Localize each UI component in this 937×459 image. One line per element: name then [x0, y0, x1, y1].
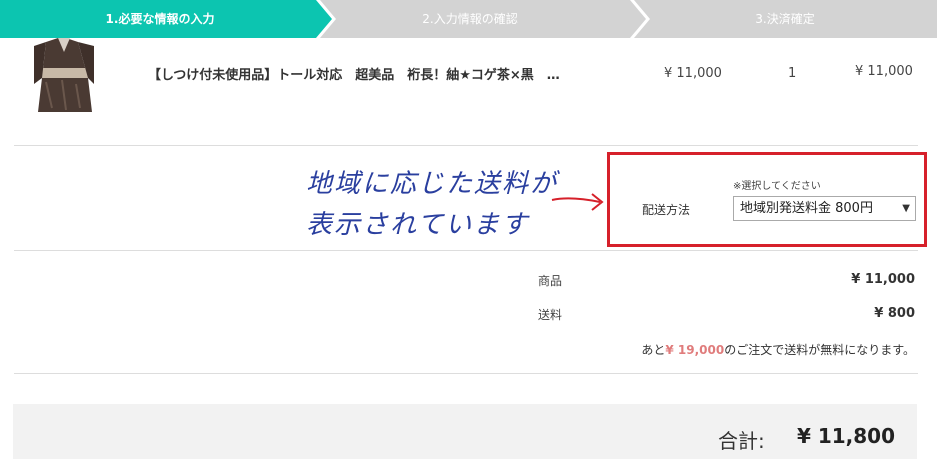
product-price: ¥ 11,000: [664, 66, 722, 81]
shipping-method-label: 配送方法: [642, 203, 691, 217]
step-2-label: 2.入力情報の確認: [422, 12, 518, 26]
summary-item-label: 商品: [538, 274, 563, 288]
free-shipping-amount: ¥ 19,000: [665, 343, 725, 357]
summary-item-value: ¥ 11,000: [851, 272, 915, 287]
product-quantity: 1: [788, 66, 797, 81]
product-name[interactable]: 【しつけ付未使用品】トール対応 超美品 裄長！紬★コゲ茶×黒 …: [148, 64, 610, 83]
divider: [14, 250, 918, 251]
free-shipping-note: あと¥ 19,000のご注文で送料が無料になります。: [641, 341, 915, 358]
shipping-method-value: 地域別発送料金 800円: [740, 201, 873, 216]
annotation-arrow-icon: [551, 193, 604, 211]
summary-shipping-value: ¥ 800: [874, 306, 915, 321]
product-thumbnail[interactable]: [32, 38, 96, 112]
divider: [14, 145, 918, 146]
total-panel: [13, 404, 917, 459]
chevron-down-icon: ▼: [902, 203, 910, 214]
summary-shipping-label: 送料: [538, 308, 563, 322]
total-label: 合計:: [718, 429, 765, 453]
step-3-label: 3.決済確定: [755, 12, 815, 26]
annotation-line-2: 表示されています: [306, 210, 530, 240]
shipping-method-select[interactable]: 地域別発送料金 800円 ▼: [733, 196, 916, 221]
step-1-label: 1.必要な情報の入力: [105, 12, 215, 26]
total-value: ¥ 11,800: [796, 424, 895, 448]
divider: [14, 373, 918, 374]
free-shipping-suffix: のご注文で送料が無料になります。: [724, 343, 915, 357]
product-subtotal: ¥ 11,000: [855, 64, 913, 79]
annotation-line-1: 地域に応じた送料が: [306, 169, 559, 199]
checkout-steps: 1.必要な情報の入力 2.入力情報の確認 3.決済確定: [0, 0, 937, 38]
shipping-note: ※選択してください: [733, 181, 821, 192]
free-shipping-prefix: あと: [641, 343, 666, 357]
